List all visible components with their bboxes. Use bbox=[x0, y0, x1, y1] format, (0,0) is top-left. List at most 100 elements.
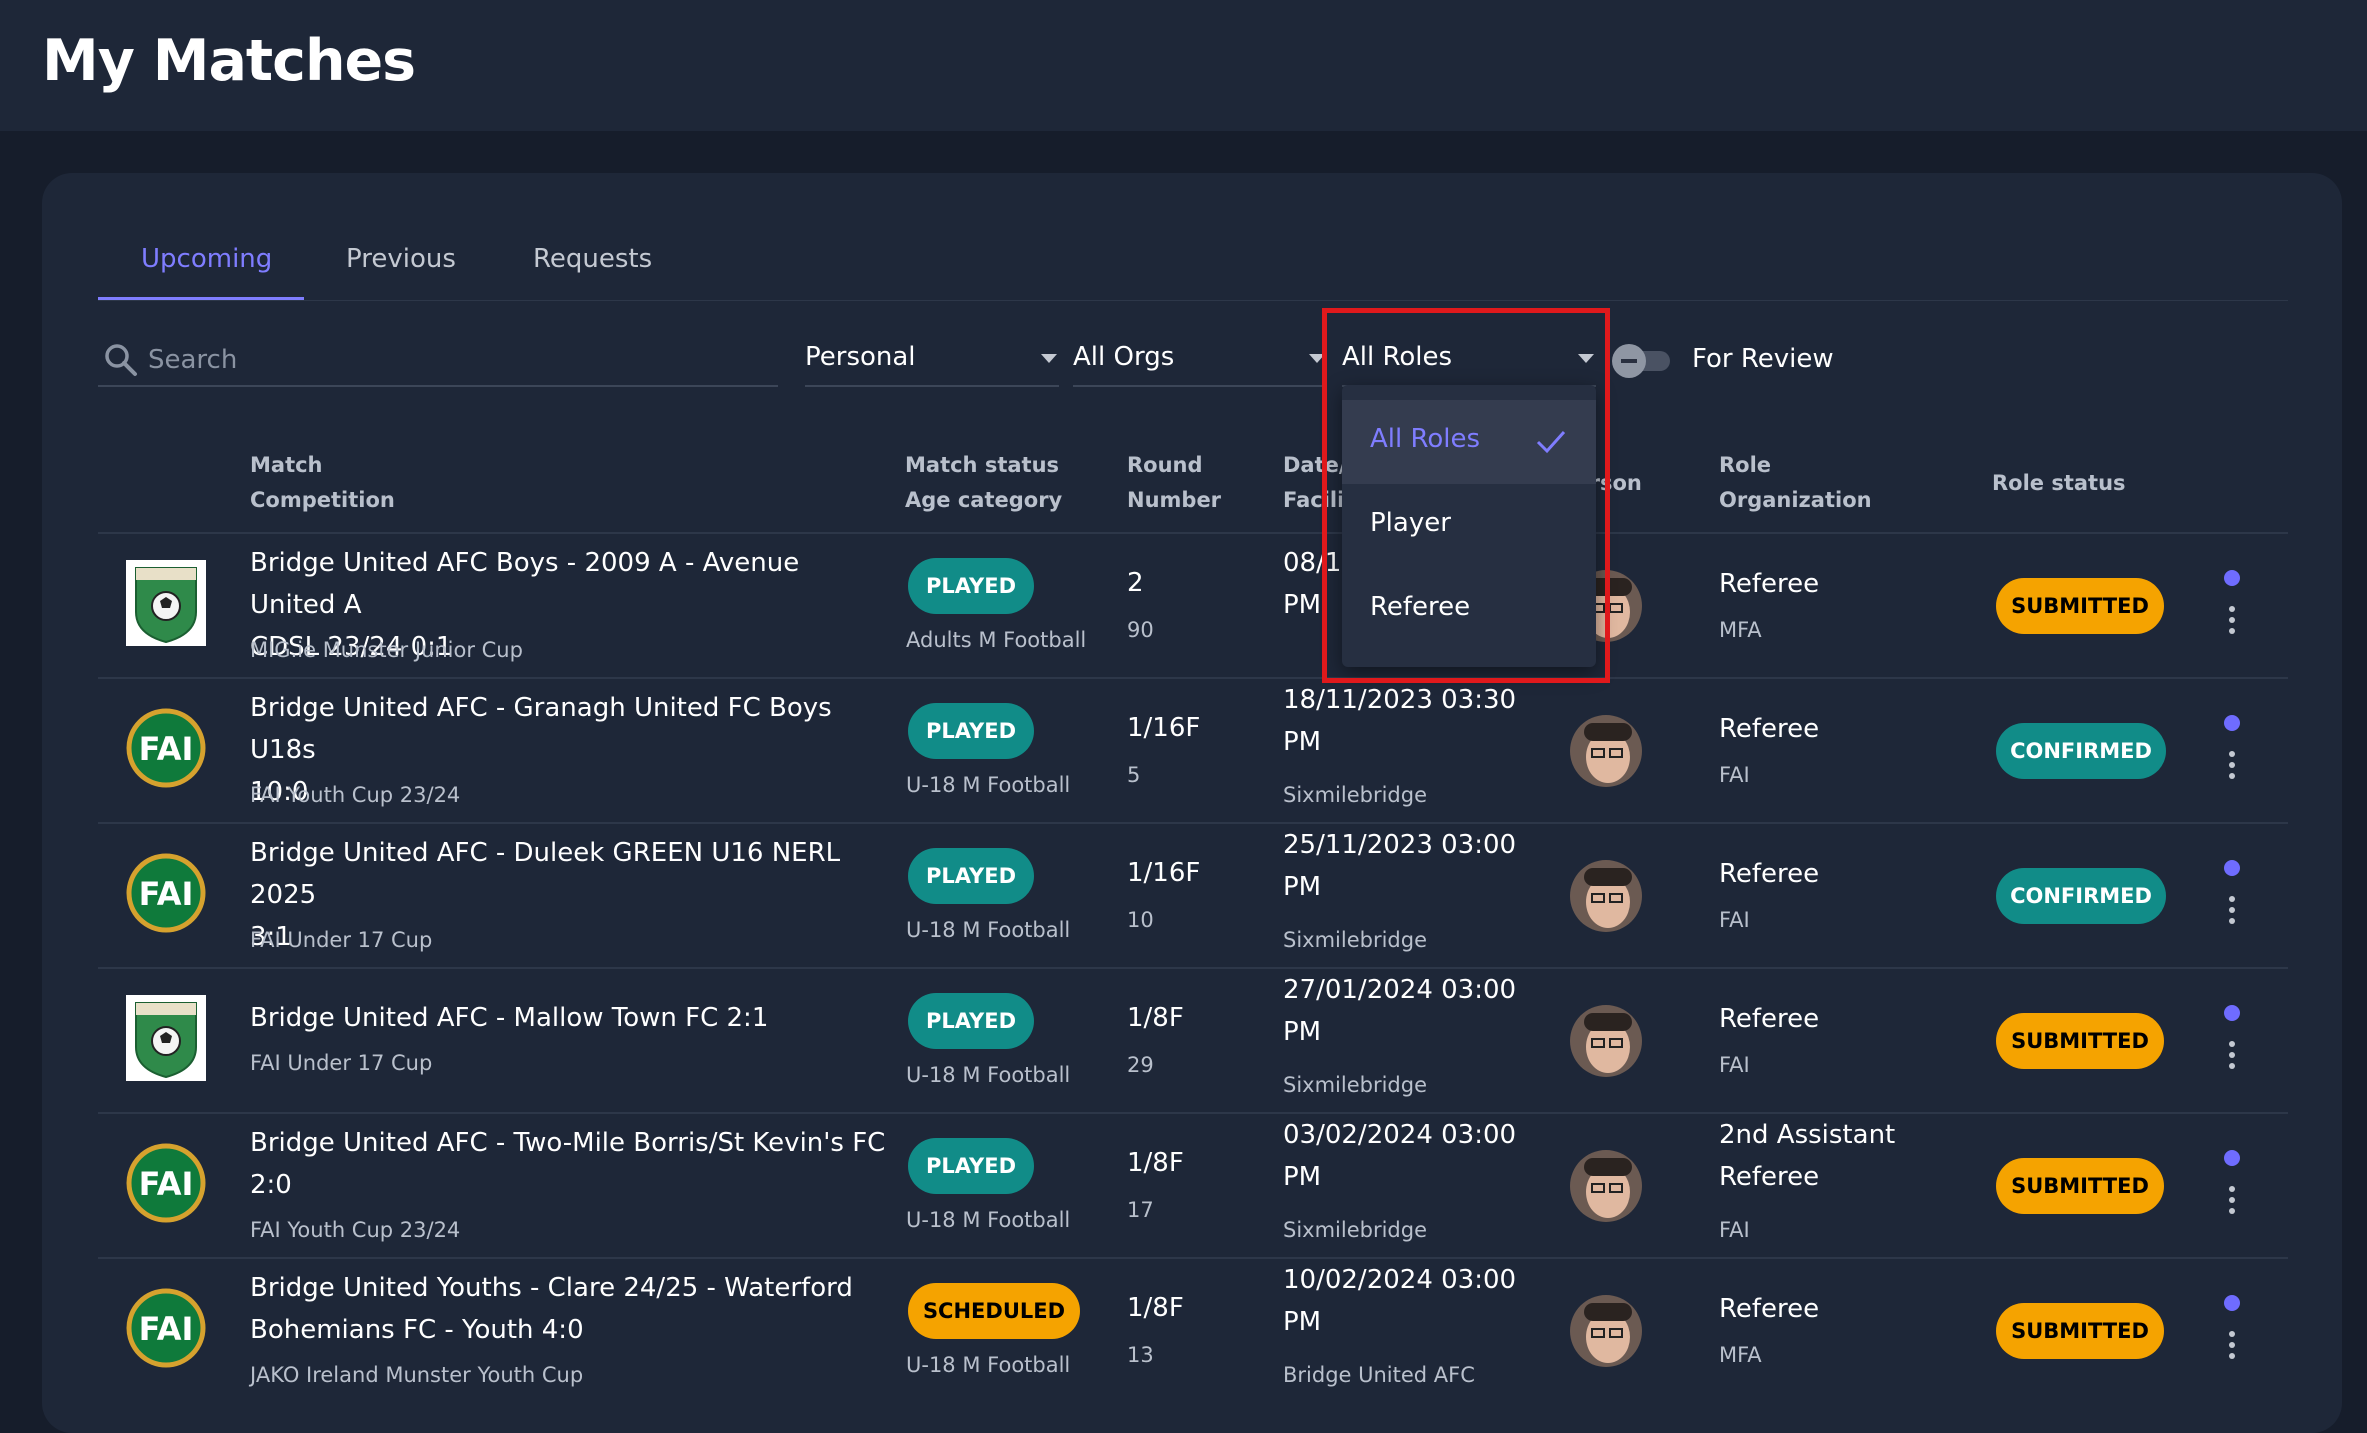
fai-logo: FAI bbox=[126, 853, 206, 933]
round-value: 1/8F bbox=[1127, 1003, 1184, 1033]
match-status-badge: PLAYED bbox=[908, 1138, 1034, 1194]
facility-value: Sixmilebridge bbox=[1283, 928, 1428, 952]
role-status-badge: CONFIRMED bbox=[1996, 868, 2166, 924]
match-title[interactable]: Bridge United AFC - Two-Mile Borris/St K… bbox=[250, 1122, 890, 1206]
number-value: 29 bbox=[1127, 1053, 1154, 1077]
age-category: U-18 M Football bbox=[906, 1208, 1071, 1232]
number-value: 90 bbox=[1127, 618, 1154, 642]
organization-value: FAI bbox=[1719, 908, 1750, 932]
for-review-label: For Review bbox=[1692, 344, 1834, 374]
fai-logo: FAI bbox=[126, 1143, 206, 1223]
role-status-badge: SUBMITTED bbox=[1996, 1158, 2164, 1214]
unread-dot-icon bbox=[2224, 1005, 2240, 1021]
table-row[interactable]: FAI Bridge United AFC - Two-Mile Borris/… bbox=[98, 1114, 2288, 1259]
role-value: Referee bbox=[1719, 1004, 1820, 1034]
more-options-icon[interactable] bbox=[2222, 606, 2242, 640]
more-options-icon[interactable] bbox=[2222, 1041, 2242, 1075]
role-status-badge: SUBMITTED bbox=[1996, 1013, 2164, 1069]
role-value: Referee bbox=[1719, 859, 1820, 889]
role-status-badge: CONFIRMED bbox=[1996, 723, 2166, 779]
unread-dot-icon bbox=[2224, 1150, 2240, 1166]
table-row[interactable]: FAI Bridge United Youths - Clare 24/25 -… bbox=[98, 1259, 2288, 1404]
match-date: 03/02/2024 03:00 PM bbox=[1283, 1120, 1517, 1192]
age-category: Adults M Football bbox=[906, 628, 1087, 652]
facility-value: Sixmilebridge bbox=[1283, 1073, 1428, 1097]
for-review-toggle[interactable] bbox=[1612, 344, 1674, 378]
avatar bbox=[1570, 1005, 1642, 1077]
search-field[interactable] bbox=[98, 337, 778, 387]
table-row[interactable]: Bridge United AFC Boys - 2009 A - Avenue… bbox=[98, 534, 2288, 679]
match-status-badge: PLAYED bbox=[908, 848, 1034, 904]
orgs-select-value: All Orgs bbox=[1073, 342, 1175, 372]
unread-dot-icon bbox=[2224, 860, 2240, 876]
svg-text:FAI: FAI bbox=[139, 1310, 194, 1348]
column-header-match: Match Competition bbox=[250, 453, 395, 512]
table-row[interactable]: FAI Bridge United AFC - Duleek GREEN U16… bbox=[98, 824, 2288, 969]
organization-value: MFA bbox=[1719, 618, 1762, 642]
round-value: 1/8F bbox=[1127, 1293, 1184, 1323]
role-value: 2nd Assistant Referee bbox=[1719, 1120, 1896, 1192]
age-category: U-18 M Football bbox=[906, 918, 1071, 942]
age-category: U-18 M Football bbox=[906, 1353, 1071, 1377]
organization-value: FAI bbox=[1719, 1053, 1750, 1077]
number-value: 10 bbox=[1127, 908, 1154, 932]
avatar bbox=[1570, 860, 1642, 932]
scope-select[interactable]: Personal bbox=[805, 337, 1059, 387]
match-status-badge: SCHEDULED bbox=[908, 1283, 1080, 1339]
match-competition: JAKO Ireland Munster Youth Cup bbox=[250, 1363, 584, 1387]
column-header-round: Round Number bbox=[1127, 453, 1222, 512]
tab-upcoming[interactable]: Upcoming bbox=[141, 244, 272, 274]
match-competition: MIG.ie Munster Junior Cup bbox=[250, 638, 523, 662]
unread-dot-icon bbox=[2224, 1295, 2240, 1311]
unread-dot-icon bbox=[2224, 715, 2240, 731]
match-competition: FAI Under 17 Cup bbox=[250, 928, 433, 952]
role-value: Referee bbox=[1719, 714, 1820, 744]
role-status-badge: SUBMITTED bbox=[1996, 1303, 2164, 1359]
table-row[interactable]: FAI Bridge United AFC - Granagh United F… bbox=[98, 679, 2288, 824]
fai-logo: FAI bbox=[126, 1288, 206, 1368]
more-options-icon[interactable] bbox=[2222, 1186, 2242, 1220]
scope-select-value: Personal bbox=[805, 342, 916, 372]
tab-requests[interactable]: Requests bbox=[533, 244, 652, 274]
svg-text:FAI: FAI bbox=[139, 875, 194, 913]
orgs-select[interactable]: All Orgs bbox=[1073, 337, 1327, 387]
match-date: 10/02/2024 03:00 PM bbox=[1283, 1265, 1517, 1337]
organization-value: MFA bbox=[1719, 1343, 1762, 1367]
match-title[interactable]: Bridge United AFC - Mallow Town FC 2:1 bbox=[250, 997, 890, 1039]
round-value: 1/8F bbox=[1127, 1148, 1184, 1178]
svg-text:FAI: FAI bbox=[139, 730, 194, 768]
role-status-badge: SUBMITTED bbox=[1996, 578, 2164, 634]
number-value: 17 bbox=[1127, 1198, 1154, 1222]
round-value: 1/16F bbox=[1127, 713, 1201, 743]
match-competition: FAI Under 17 Cup bbox=[250, 1051, 433, 1075]
column-header-match-status: Match status Age category bbox=[905, 453, 1063, 512]
match-date: 18/11/2023 03:30 PM bbox=[1283, 685, 1517, 757]
search-input[interactable] bbox=[146, 339, 750, 381]
tab-previous[interactable]: Previous bbox=[346, 244, 456, 274]
age-category: U-18 M Football bbox=[906, 1063, 1071, 1087]
svg-text:FAI: FAI bbox=[139, 1165, 194, 1203]
organization-value: FAI bbox=[1719, 1218, 1750, 1242]
table-row[interactable]: Bridge United AFC - Mallow Town FC 2:1 F… bbox=[98, 969, 2288, 1114]
match-title[interactable]: Bridge United Youths - Clare 24/25 - Wat… bbox=[250, 1267, 890, 1351]
highlight-box bbox=[1322, 308, 1610, 683]
more-options-icon[interactable] bbox=[2222, 751, 2242, 785]
active-tab-indicator bbox=[98, 297, 304, 300]
club-crest-logo bbox=[126, 995, 206, 1081]
more-options-icon[interactable] bbox=[2222, 896, 2242, 930]
match-competition: FAI Youth Cup 23/24 bbox=[250, 1218, 461, 1242]
facility-value: Bridge United AFC bbox=[1283, 1363, 1475, 1387]
organization-value: FAI bbox=[1719, 763, 1750, 787]
facility-value: Sixmilebridge bbox=[1283, 1218, 1428, 1242]
fai-logo: FAI bbox=[126, 708, 206, 788]
column-header-role-status: Role status bbox=[1992, 471, 2126, 495]
search-icon bbox=[105, 344, 137, 376]
more-options-icon[interactable] bbox=[2222, 1331, 2242, 1365]
match-status-badge: PLAYED bbox=[908, 993, 1034, 1049]
avatar bbox=[1570, 715, 1642, 787]
match-status-badge: PLAYED bbox=[908, 703, 1034, 759]
round-value: 2 bbox=[1127, 568, 1144, 598]
number-value: 13 bbox=[1127, 1343, 1154, 1367]
column-header-role: Role Organization bbox=[1719, 453, 1872, 512]
toggle-knob bbox=[1612, 344, 1646, 378]
